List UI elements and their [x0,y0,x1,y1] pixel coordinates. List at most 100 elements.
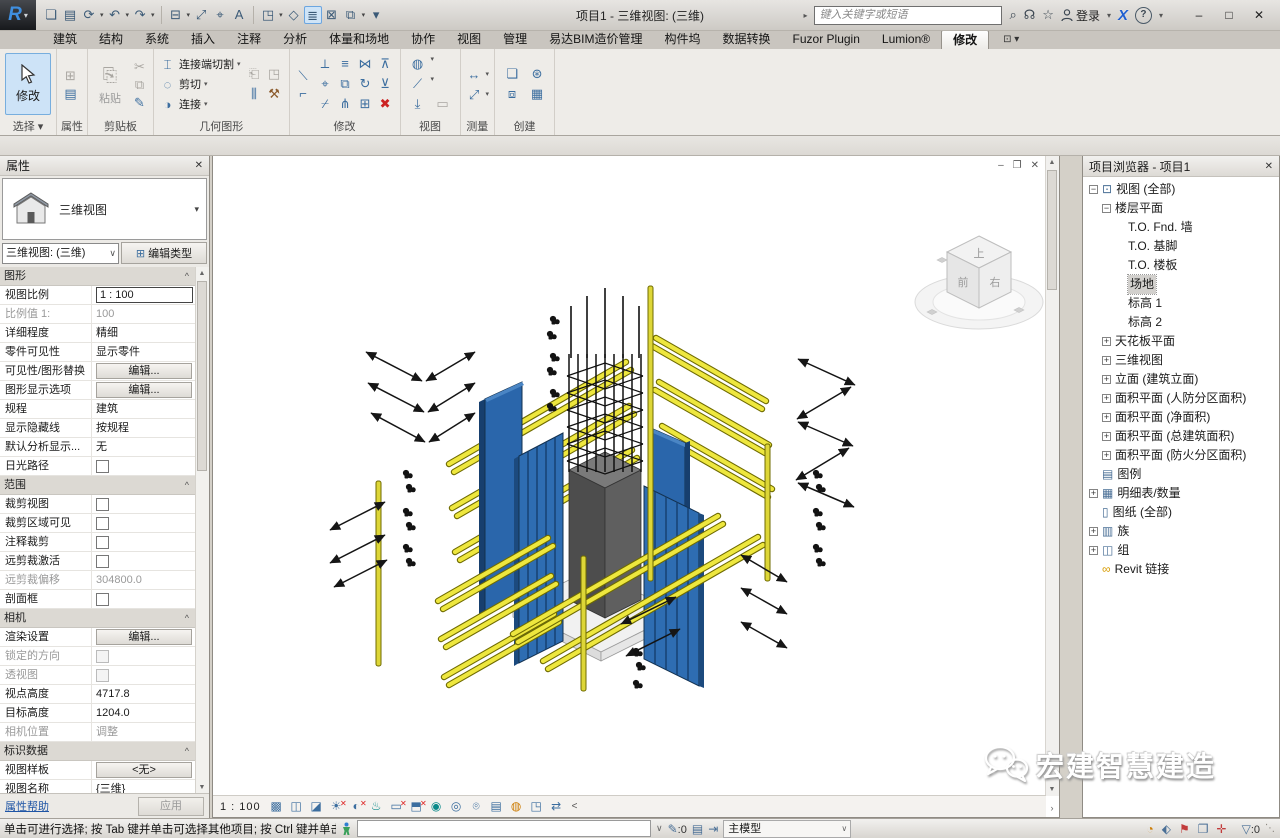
split-face-icon[interactable]: ⫼ [245,85,264,102]
tab-协作[interactable]: 协作 [400,30,446,49]
measure-panel-label[interactable]: 测量 [461,119,495,135]
legend-component-icon[interactable]: ❏ [500,65,524,82]
browser-item[interactable]: +面积平面 (防火分区面积) [1083,446,1279,465]
unresolved-references-icon[interactable]: ⚑ [1179,822,1190,836]
cope-icon[interactable]: ⌶ [159,56,176,73]
thin-lines-icon[interactable]: ≣ [304,6,322,24]
canvas-scroll-down-icon[interactable]: ▼ [1046,783,1058,796]
worksharing-display-icon[interactable]: ◍ [508,798,525,815]
property-value[interactable]: 编辑... [92,362,196,380]
instance-selector[interactable]: 三维视图: (三维) ∨ [2,243,119,264]
create-similar-icon[interactable]: ⧈ [500,85,524,102]
browser-item[interactable]: T.O. Fnd. 墙 [1083,218,1279,237]
browser-item[interactable]: 标高 2 [1083,313,1279,332]
expand-plus-icon[interactable]: + [1089,527,1098,536]
browser-item[interactable]: +立面 (建筑立面) [1083,370,1279,389]
browser-item[interactable]: 标高 1 [1083,294,1279,313]
canvas-scroll-thumb[interactable] [1047,170,1057,290]
modify-button[interactable]: 修改 [5,53,51,115]
delete-icon[interactable]: ✖ [376,95,395,112]
communication-center-icon[interactable]: ☊ [1024,7,1036,23]
property-value[interactable]: 1 : 100 [92,286,196,304]
crop-view-icon[interactable]: ▭✕ [388,798,405,815]
tab-修改[interactable]: 修改 [941,30,989,49]
exclude-options-icon[interactable]: ✛ [1217,822,1227,836]
section-header[interactable]: 范围^ [0,476,196,495]
aligned-dimension-icon[interactable]: ⤢ [192,6,210,24]
filter-icon[interactable]: ▽:0 [1242,822,1260,836]
browser-item[interactable]: ∞Revit 链接 [1083,560,1279,579]
expand-plus-icon[interactable]: + [1089,546,1098,555]
browser-item[interactable]: 场地 [1083,275,1279,294]
shadows-icon[interactable]: ◐✕ [348,798,365,815]
favorites-icon[interactable]: ☆ [1042,7,1054,23]
browser-item[interactable]: +面积平面 (总建筑面积) [1083,427,1279,446]
browser-item[interactable]: +▥族 [1083,522,1279,541]
type-properties-icon[interactable]: ⊞ [62,67,79,84]
reveal-hidden-icon[interactable]: ⌾ [468,798,485,815]
mirror-icon[interactable]: ⋈ [356,55,375,72]
select-panel-label[interactable]: 选择 ▾ [0,119,56,135]
app-menu-button[interactable]: R▾ [0,0,36,30]
view-minimize-icon[interactable]: – [998,160,1004,171]
signin-button[interactable]: 登录 [1061,7,1100,24]
panel-cycle-icon[interactable]: ⊡ ▾ [997,30,1025,49]
lock-3d-view-icon[interactable]: ◉ [428,798,445,815]
status-input[interactable] [357,820,651,837]
browser-item[interactable]: +面积平面 (人防分区面积) [1083,389,1279,408]
property-value[interactable]: 编辑... [92,381,196,399]
modify-panel-label[interactable]: 修改 [290,119,400,135]
close-button[interactable]: ✕ [1244,0,1274,30]
tab-结构[interactable]: 结构 [88,30,134,49]
browser-item[interactable]: T.O. 楼板 [1083,256,1279,275]
apply-button[interactable]: 应用 [138,797,204,816]
property-value[interactable]: 编辑... [92,628,196,646]
status-combo-arrow-icon[interactable]: ∨ [656,823,663,834]
search-icon[interactable]: ⌕ [1009,7,1016,23]
expand-plus-icon[interactable]: + [1102,432,1111,441]
help-icon[interactable]: ? [1135,7,1152,24]
detail-level-icon[interactable]: ◫ [288,798,305,815]
manage-links-icon[interactable]: ⇥ [708,822,718,836]
clipboard-panel-label[interactable]: 剪贴板 [88,119,153,135]
worksharing-request-icon[interactable]: ◔ [1147,822,1154,836]
scroll-thumb[interactable] [197,281,207,471]
expand-plus-icon[interactable]: + [1102,337,1111,346]
browser-item[interactable]: +▦明细表/数量 [1083,484,1279,503]
browser-item[interactable]: ▤图例 [1083,465,1279,484]
scroll-up-icon[interactable]: ▲ [196,267,208,280]
property-value[interactable] [92,514,196,532]
cut-geometry-label[interactable]: 剪切 [179,76,201,92]
visual-style-icon[interactable]: ◪ [308,798,325,815]
editable-only-icon[interactable]: ⬖ [1162,822,1171,836]
drawing-area[interactable]: 上 前 右 – ❐ ✕ ▲ ▼ 1 : 100 ▩◫◪☀✕◐✕♨▭✕⬒✕◉◎⌾▤… [212,155,1060,818]
join-geometry-label[interactable]: 连接 [179,96,201,112]
expand-plus-icon[interactable]: + [1102,375,1111,384]
undo-icon[interactable]: ↶ [106,6,124,24]
expand-plus-icon[interactable]: + [1102,413,1111,422]
type-selector[interactable]: 三维视图 ▾ [2,178,207,240]
browser-item[interactable]: −⊡视图 (全部) [1083,180,1279,199]
browser-close-icon[interactable]: ✕ [1265,161,1273,172]
property-value[interactable] [92,457,196,475]
scale-icon[interactable]: ▩ [268,798,285,815]
properties-palette-icon[interactable]: ▤ [62,85,79,102]
create-assembly-icon[interactable]: ▦ [525,85,549,102]
expand-minus-icon[interactable]: − [1089,185,1098,194]
tab-易达BIM造价管理[interactable]: 易达BIM造价管理 [538,30,653,49]
view-panel-label[interactable]: 视图 [401,119,460,135]
align-icon[interactable]: ⟂ [316,55,335,72]
infocenter-expand-icon[interactable]: ▸ [803,11,807,20]
frame-icon[interactable]: ▭ [431,95,455,112]
tab-体量和场地[interactable]: 体量和场地 [318,30,400,49]
reveal-constraints-icon[interactable]: ⇄ [548,798,565,815]
close-hidden-windows-icon[interactable]: ⊠ [323,6,341,24]
canvas-expand-icon[interactable]: › [1046,803,1058,813]
cope-label[interactable]: 连接端切割 [179,56,234,72]
browser-item[interactable]: +◫组 [1083,541,1279,560]
property-value[interactable] [92,495,196,513]
view-scale[interactable]: 1 : 100 [220,801,261,813]
array-icon[interactable]: ⊞ [356,95,375,112]
show-crop-icon[interactable]: ⬒✕ [408,798,425,815]
edit-type-button[interactable]: ⊞ 编辑类型 [121,242,207,264]
